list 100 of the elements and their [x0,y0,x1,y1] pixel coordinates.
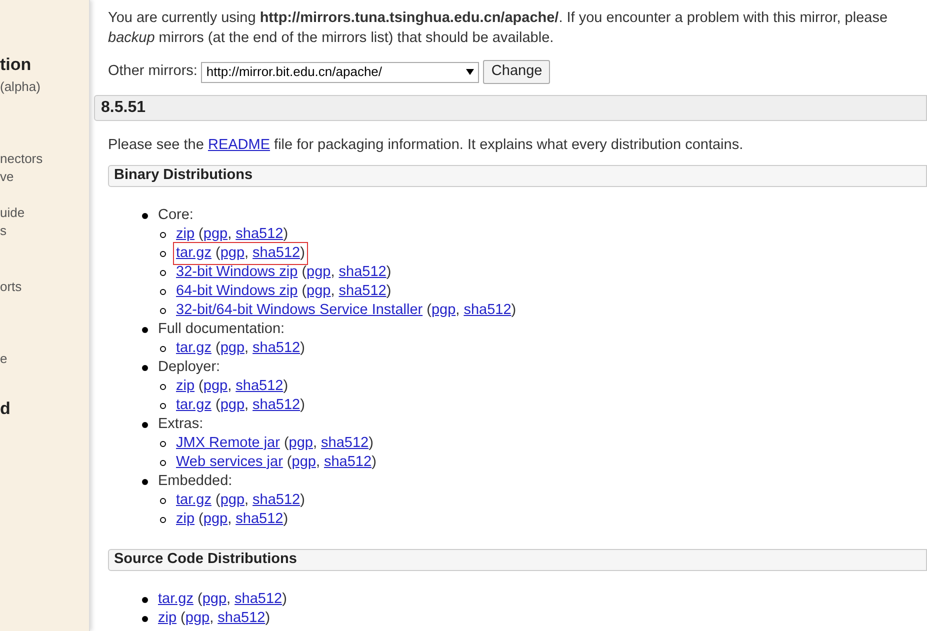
paren-text: ( [215,396,220,415]
paren-text: ) [372,452,376,472]
separator-text: , [316,452,320,472]
paren-text: ( [180,608,186,628]
paren-text: ( [198,376,204,396]
checksum-link[interactable]: sha512 [324,452,372,474]
paren-text: ( [286,452,292,472]
bullet-icon [142,422,148,428]
checksum-link[interactable]: sha512 [252,490,300,512]
checksum-link[interactable]: sha512 [338,262,386,284]
bullet-icon [160,460,166,466]
separator-text: , [210,608,214,628]
checksum-link[interactable]: pgp [202,588,227,610]
checksum-link[interactable]: sha512 [236,224,284,246]
separator-text: , [330,282,335,301]
checksum-link[interactable]: pgp [185,608,210,630]
checksum-link[interactable]: pgp [306,262,331,284]
download-link[interactable]: 32-bit/64-bit Windows Service Installer [176,300,423,322]
sidebar-link[interactable]: e [0,350,8,368]
download-link[interactable]: 64-bit Windows zip [176,280,298,302]
checksum-link[interactable]: sha512 [218,608,266,630]
download-link[interactable]: zip [158,608,177,630]
paren-text: ) [300,338,305,358]
download-link[interactable]: tar.gz [176,242,212,264]
checksum-link[interactable]: sha512 [234,588,282,610]
sidebar-link[interactable]: ve [0,168,14,186]
bullet-icon [142,212,148,218]
checksum-link[interactable]: pgp [306,280,331,302]
download-link[interactable]: tar.gz [176,490,212,512]
checksum-link[interactable]: sha512 [464,300,512,322]
bullet-icon [160,288,166,294]
bullet-icon [160,232,166,238]
bullet-icon [142,478,148,484]
paren-text: ( [198,224,204,244]
checksum-link[interactable]: sha512 [236,376,284,398]
sidebar-link[interactable]: orts [0,278,22,296]
checksum-link[interactable]: sha512 [252,338,300,360]
sidebar-link[interactable]: nectors [0,150,43,168]
sidebar-link[interactable]: s [0,222,6,240]
paren-text: ( [198,510,204,529]
checksum-link[interactable]: sha512 [252,394,300,416]
section-header: Binary Distributions [108,165,927,187]
checksum-link[interactable]: pgp [292,452,316,474]
checksum-link[interactable]: pgp [431,300,456,322]
paren-text: ) [283,224,288,244]
bullet-icon [160,250,166,256]
bullet-icon [142,596,148,602]
sidebar-link[interactable]: (alpha) [0,78,40,96]
paren-text: ( [197,590,202,609]
checksum-link[interactable]: pgp [288,432,313,454]
paren-text: ( [215,490,220,510]
group-label: Deployer: [158,358,220,377]
readme-link[interactable]: README [208,137,270,153]
checksum-link[interactable]: sha512 [236,508,284,530]
download-link[interactable]: 32-bit Windows zip [176,262,298,284]
dropdown-caret-icon [466,69,474,75]
separator-text: , [244,244,249,263]
download-link[interactable]: JMX Remote jar [176,432,280,454]
separator-text: , [228,376,232,396]
checksum-link[interactable]: pgp [203,508,228,530]
checksum-link[interactable]: pgp [220,242,245,264]
download-link[interactable]: zip [176,376,195,398]
bullet-icon [160,270,166,276]
paren-text: ) [368,434,374,453]
sidebar-heading: tion [0,54,32,76]
separator-text: , [228,510,232,529]
intro-text: backup mirrors (at the end of the mirrors list) that should be available. [107,29,555,48]
checksum-link[interactable]: pgp [203,376,228,398]
group-label: Core: [158,206,194,225]
download-link[interactable]: tar.gz [158,588,194,610]
bullet-icon [160,346,166,352]
mirror-dropdown[interactable]: http://mirror.bit.edu.cn/apache/ [201,62,480,82]
sidebar-link[interactable]: uide [0,204,25,222]
separator-text: , [226,590,231,609]
mirror-label: Other mirrors: [108,62,198,82]
download-link[interactable]: tar.gz [176,338,212,360]
separator-text: , [244,338,249,358]
paren-text: ) [300,396,305,415]
download-link[interactable]: Web services jar [176,452,283,474]
download-link[interactable]: zip [176,508,195,530]
separator-text: , [244,396,249,415]
separator-text: , [244,490,249,510]
checksum-link[interactable]: pgp [203,224,228,246]
separator-text: , [228,224,232,244]
paren-text: ) [265,608,270,628]
download-link[interactable]: tar.gz [176,394,212,416]
paren-text: ) [511,300,516,320]
bullet-icon [160,516,166,522]
checksum-link[interactable]: pgp [220,338,245,360]
checksum-link[interactable]: sha512 [321,432,369,454]
bullet-icon [160,440,166,446]
download-link[interactable]: zip [176,224,195,246]
checksum-link[interactable]: sha512 [338,280,386,302]
checksum-link[interactable]: pgp [220,490,245,512]
bullet-icon [142,616,148,622]
bullet-icon [160,308,166,314]
paren-text: ) [300,490,305,510]
checksum-link[interactable]: sha512 [252,242,300,264]
change-button[interactable]: Change [483,60,550,84]
checksum-link[interactable]: pgp [220,394,245,416]
